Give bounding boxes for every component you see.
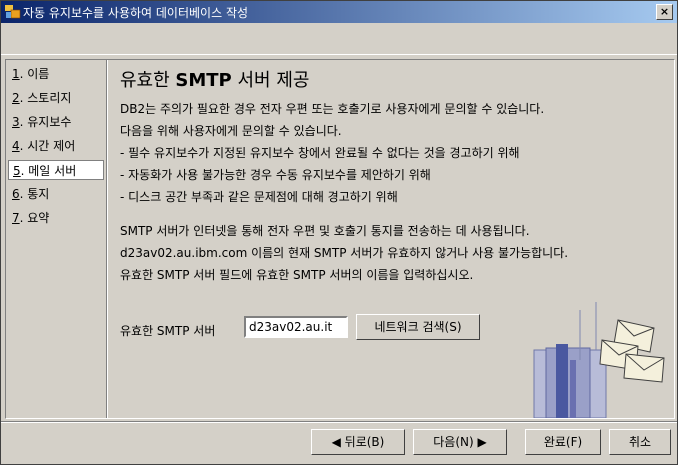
description-line: - 자동화가 사용 불가능한 경우 수동 유지보수를 제안하기 위해 bbox=[120, 168, 431, 182]
description-line: DB2는 주의가 필요한 경우 전자 우편 또는 호출기로 사용자에게 문의할 … bbox=[120, 102, 545, 116]
nav-item-timing[interactable]: 4. 시간 제어 bbox=[8, 136, 104, 156]
mail-server-illustration bbox=[533, 302, 665, 418]
back-button[interactable]: ◀ 뒤로(B) bbox=[311, 429, 405, 455]
wizard-window: 자동 유지보수를 사용하여 데이터베이스 작성 × 1. 이름 2. 스토리지 … bbox=[0, 0, 678, 465]
finish-button[interactable]: 완료(F) bbox=[525, 429, 601, 455]
network-search-button[interactable]: 네트워크 검색(S) bbox=[356, 314, 480, 340]
info-line: SMTP 서버가 인터넷을 통해 전자 우편 및 호출기 통지를 전송하는 데 … bbox=[120, 224, 530, 238]
info-line: d23av02.au.ibm.com 이름의 현재 SMTP 서버가 유효하지 … bbox=[120, 246, 569, 260]
app-icon bbox=[5, 5, 21, 19]
main-panel: 유효한 SMTP 서버 제공 DB2는 주의가 필요한 경우 전자 우편 또는 … bbox=[107, 60, 675, 418]
smtp-server-label: 유효한 SMTP 서버 bbox=[120, 324, 216, 338]
next-button[interactable]: 다음(N) ▶ bbox=[413, 429, 507, 455]
nav-item-mail-server[interactable]: 5. 메일 서버 bbox=[8, 160, 104, 180]
nav-item-storage[interactable]: 2. 스토리지 bbox=[8, 88, 104, 108]
close-button[interactable]: × bbox=[656, 4, 673, 20]
description-line: - 필수 유지보수가 지정된 유지보수 창에서 완료될 수 없다는 것을 경고하… bbox=[120, 146, 520, 160]
nav-item-maintenance[interactable]: 3. 유지보수 bbox=[8, 112, 104, 132]
nav-item-summary[interactable]: 7. 요약 bbox=[8, 208, 104, 228]
nav-item-notification[interactable]: 6. 통지 bbox=[8, 184, 104, 204]
wizard-steps: 1. 이름 2. 스토리지 3. 유지보수 4. 시간 제어 5. 메일 서버 … bbox=[6, 60, 107, 418]
content-panel: 1. 이름 2. 스토리지 3. 유지보수 4. 시간 제어 5. 메일 서버 … bbox=[5, 59, 675, 419]
header-banner bbox=[1, 24, 677, 55]
cancel-button[interactable]: 취소 bbox=[609, 429, 671, 455]
description-line: - 디스크 공간 부족과 같은 문제점에 대해 경고하기 위해 bbox=[120, 190, 398, 204]
title-bar: 자동 유지보수를 사용하여 데이터베이스 작성 × bbox=[1, 1, 677, 23]
page-title: 유효한 SMTP 서버 제공 bbox=[120, 70, 310, 91]
smtp-server-input[interactable]: d23av02.au.it bbox=[244, 316, 348, 338]
description-line: 다음을 위해 사용자에게 문의할 수 있습니다. bbox=[120, 124, 342, 138]
nav-item-name[interactable]: 1. 이름 bbox=[8, 64, 104, 84]
info-line: 유효한 SMTP 서버 필드에 유효한 SMTP 서버의 이름을 입력하십시오. bbox=[120, 268, 474, 282]
window-title: 자동 유지보수를 사용하여 데이터베이스 작성 bbox=[23, 6, 249, 20]
